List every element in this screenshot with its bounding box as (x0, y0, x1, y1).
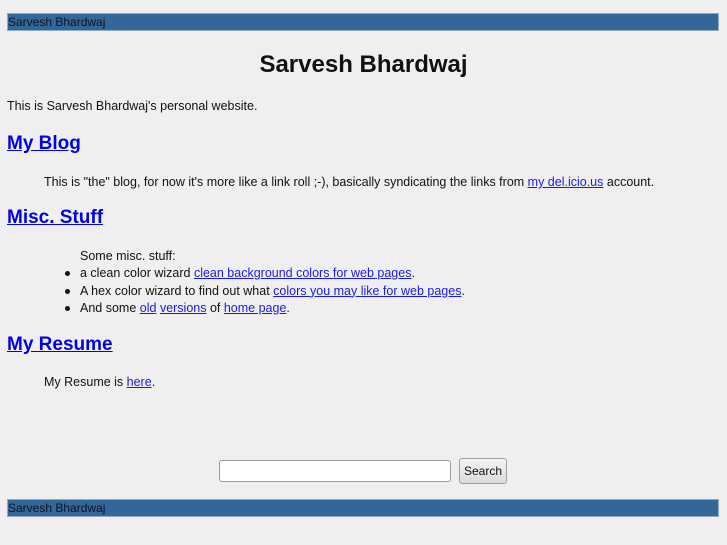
versions-link[interactable]: versions (160, 301, 207, 315)
header-bar: Sarvesh Bhardwaj (7, 13, 719, 31)
list-item: A hex color wizard to find out what colo… (65, 283, 465, 301)
list-item-text: of (206, 301, 224, 315)
section-heading-blog: My Blog (7, 132, 81, 156)
resume-here-link[interactable]: here (127, 375, 152, 389)
search-button[interactable]: Search (459, 458, 507, 484)
list-item-text: And some (80, 301, 140, 315)
list-item: And some old versions of home page. (65, 300, 465, 318)
list-item-text: . (411, 266, 415, 280)
intro-text: This is Sarvesh Bhardwaj's personal webs… (7, 99, 258, 113)
search-input[interactable] (219, 460, 451, 482)
clean-colors-link[interactable]: clean background colors for web pages (194, 266, 412, 280)
resume-text-before: My Resume is (44, 375, 127, 389)
misc-intro-text: Some misc. stuff: (80, 249, 176, 263)
blog-text-before: This is "the" blog, for now it's more li… (44, 175, 528, 189)
bullet-icon (65, 306, 70, 311)
footer-bar: Sarvesh Bhardwaj (7, 499, 719, 517)
header-bar-text: Sarvesh Bhardwaj (8, 15, 106, 29)
resume-heading-link[interactable]: My Resume (7, 334, 113, 355)
misc-heading-link[interactable]: Misc. Stuff (7, 207, 103, 228)
list-item-text: . (461, 283, 465, 298)
resume-description: My Resume is here. (44, 374, 155, 390)
old-link[interactable]: old (140, 301, 157, 315)
misc-list: a clean color wizard clean background co… (0, 265, 465, 318)
list-item-text: A hex color wizard to find out what (80, 283, 274, 298)
footer-bar-text: Sarvesh Bhardwaj (8, 501, 106, 515)
list-item-text: a clean color wizard (80, 266, 194, 280)
blog-description: This is "the" blog, for now it's more li… (44, 174, 654, 190)
hex-colors-link[interactable]: colors you may like for web pages (273, 284, 461, 298)
bullet-icon (65, 271, 70, 276)
section-heading-misc: Misc. Stuff (7, 206, 103, 230)
page-title: Sarvesh Bhardwaj (259, 51, 468, 78)
blog-heading-link[interactable]: My Blog (7, 133, 81, 154)
bullet-icon (65, 288, 70, 294)
blog-text-after: account. (603, 175, 655, 189)
delicious-link[interactable]: my del.icio.us (528, 175, 604, 189)
home-page-link[interactable]: home page (224, 301, 287, 315)
list-item: a clean color wizard clean background co… (65, 265, 465, 283)
search-form: Search (219, 458, 507, 484)
section-heading-resume: My Resume (7, 333, 113, 357)
resume-text-after: . (151, 375, 156, 389)
list-item-text: . (286, 301, 290, 315)
